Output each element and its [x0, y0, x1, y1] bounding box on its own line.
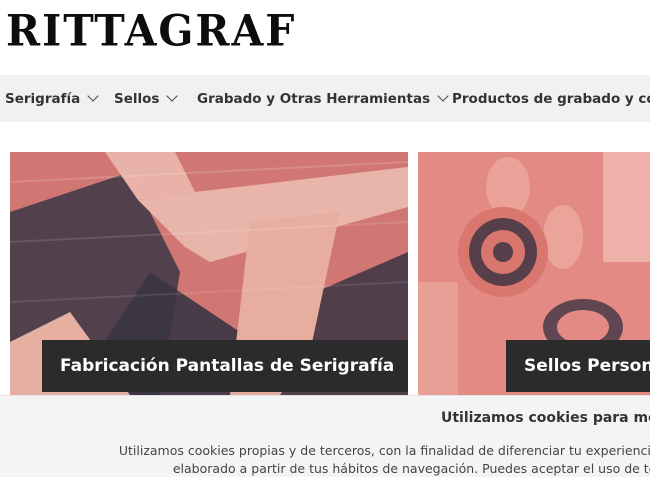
nav-item-label: Sellos — [114, 90, 160, 107]
chevron-down-icon — [166, 90, 179, 102]
cookie-title: Utilizamos cookies para mejorar tu exper… — [441, 410, 650, 426]
chevron-down-icon — [87, 90, 99, 102]
cookie-banner: Utilizamos cookies para mejorar tu exper… — [0, 395, 650, 477]
cookie-text-line: Utilizamos cookies propias y de terceros… — [118, 443, 650, 458]
category-card-serigrafia[interactable]: Fabricación Pantallas de Serigrafía — [10, 152, 408, 395]
nav-item-label: Grabado y Otras Herramientas — [197, 90, 431, 107]
chevron-down-icon — [437, 90, 449, 102]
nav-item-sellos[interactable]: Sellos — [114, 75, 179, 122]
category-card-sellos[interactable]: Sellos Personalizados — [418, 152, 650, 395]
cookie-text: Utilizamos cookies propias y de terceros… — [12, 442, 650, 477]
nav-item-label: Productos de grabado y corte — [452, 90, 650, 107]
nav-item-grabado[interactable]: Grabado y Otras Herramientas — [197, 75, 449, 122]
main-nav: Serigrafía Sellos Grabado y Otras Herram… — [0, 75, 650, 122]
cookie-text-line: elaborado a partir de tus hábitos de nav… — [172, 461, 650, 476]
nav-item-productos-grabado-corte[interactable]: Productos de grabado y corte — [452, 75, 650, 122]
card-label: Fabricación Pantallas de Serigrafía — [42, 340, 408, 392]
card-label: Sellos Personalizados — [506, 340, 650, 392]
nav-item-label: Serigrafía — [5, 90, 81, 107]
site-logo[interactable]: RITTAGRAF — [6, 7, 296, 55]
nav-item-serigrafia[interactable]: Serigrafía — [5, 75, 99, 122]
